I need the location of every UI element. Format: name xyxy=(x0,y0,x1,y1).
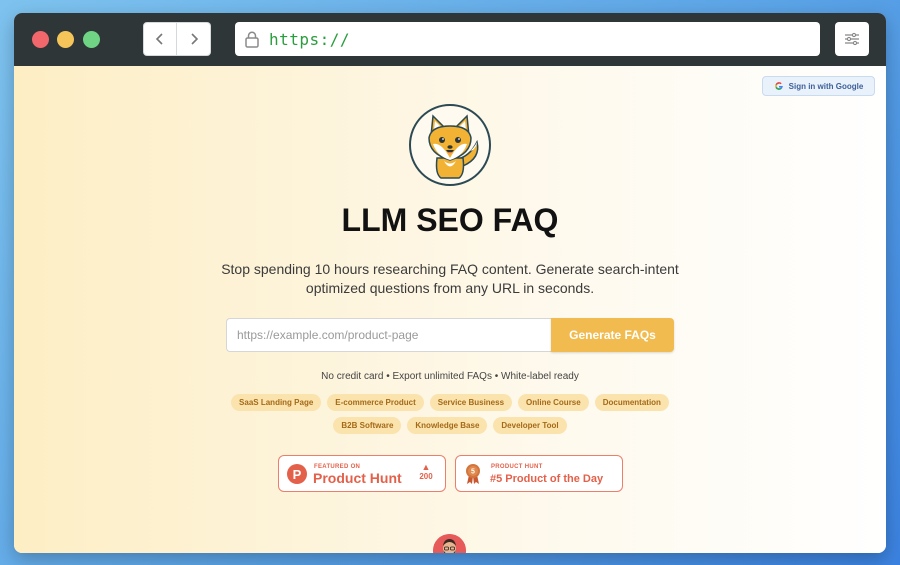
url-form: Generate FAQs xyxy=(226,318,674,352)
url-text: https:// xyxy=(269,29,351,49)
page-viewport: Sign in with Google LLM SEO FAQ Stop spe… xyxy=(14,66,886,553)
example-chip[interactable]: B2B Software xyxy=(333,417,402,434)
settings-button[interactable] xyxy=(835,22,869,56)
feature-note: No credit card • Export unlimited FAQs •… xyxy=(321,371,579,382)
back-icon xyxy=(155,33,163,45)
signin-label: Sign in with Google xyxy=(788,81,864,91)
example-chips-row-2: B2B Software Knowledge Base Developer To… xyxy=(14,417,886,434)
upvote-count: ▲ 200 xyxy=(417,462,435,481)
upvote-icon: ▲ xyxy=(421,462,431,472)
product-hunt-logo: P xyxy=(287,464,307,484)
fox-logo xyxy=(409,104,491,186)
close-window-button[interactable] xyxy=(32,31,49,48)
vote-number: 200 xyxy=(419,472,433,481)
badge-small-label: PRODUCT HUNT xyxy=(491,464,543,470)
google-icon xyxy=(774,82,783,90)
address-bar[interactable]: https:// xyxy=(235,22,820,56)
example-chip[interactable]: Knowledge Base xyxy=(407,417,488,434)
example-chip[interactable]: Service Business xyxy=(429,394,513,411)
example-chip[interactable]: SaaS Landing Page xyxy=(231,394,322,411)
product-hunt-featured-badge[interactable]: P FEATURED ON Product Hunt ▲ 200 xyxy=(278,455,446,492)
google-signin-button[interactable]: Sign in with Google xyxy=(762,76,875,96)
medal-number: 5 xyxy=(471,469,475,476)
browser-window: https:// Sign in with Google LLM SEO FAQ… xyxy=(14,13,886,553)
avatar[interactable] xyxy=(433,534,466,553)
page-title: LLM SEO FAQ xyxy=(341,202,559,238)
generate-faqs-button[interactable]: Generate FAQs xyxy=(551,318,674,352)
example-chip[interactable]: Online Course xyxy=(518,394,589,411)
page-subtitle: Stop spending 10 hours researching FAQ c… xyxy=(221,261,679,296)
forward-button[interactable] xyxy=(177,22,211,56)
badge-main-label: #5 Product of the Day xyxy=(490,473,604,485)
example-chip[interactable]: E-commerce Product xyxy=(327,394,424,411)
example-chip[interactable]: Developer Tool xyxy=(493,417,567,434)
medal-icon: 5 xyxy=(466,464,480,484)
browser-toolbar: https:// xyxy=(14,13,886,66)
badge-main-label: Product Hunt xyxy=(313,470,402,486)
example-chip[interactable]: Documentation xyxy=(594,394,669,411)
sliders-icon xyxy=(845,32,859,46)
product-of-the-day-badge[interactable]: 5 PRODUCT HUNT #5 Product of the Day xyxy=(455,455,623,492)
example-chips-row-1: SaaS Landing Page E-commerce Product Ser… xyxy=(14,394,886,411)
maximize-window-button[interactable] xyxy=(83,31,100,48)
minimize-window-button[interactable] xyxy=(57,31,74,48)
lock-icon xyxy=(243,30,261,48)
back-button[interactable] xyxy=(143,22,177,56)
forward-icon xyxy=(190,33,198,45)
url-input[interactable] xyxy=(226,318,551,352)
